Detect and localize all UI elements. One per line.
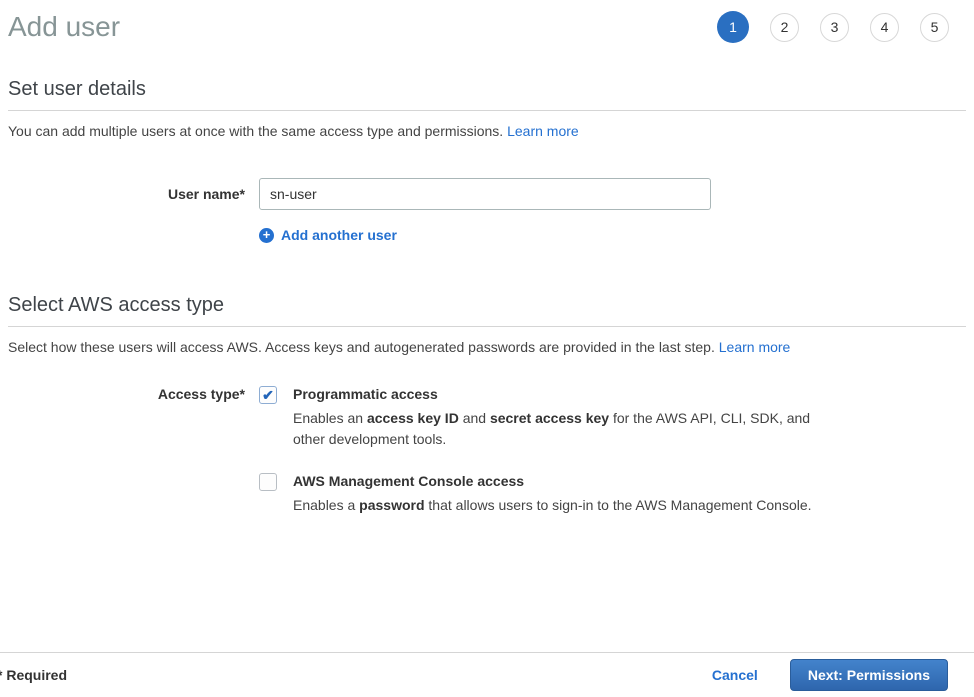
user-details-description: You can add multiple users at once with …	[8, 121, 966, 141]
desc-bold-secret-access-key: secret access key	[490, 410, 609, 426]
console-access-title: AWS Management Console access	[293, 472, 823, 490]
add-another-user-button[interactable]: + Add another user	[259, 227, 397, 243]
step-indicator-5[interactable]: 5	[920, 13, 949, 42]
access-type-description-text: Select how these users will access AWS. …	[8, 339, 719, 355]
programmatic-access-body: Programmatic access Enables an access ke…	[293, 385, 823, 450]
add-another-user-row: + Add another user	[259, 226, 966, 244]
desc-text: that allows users to sign-in to the AWS …	[425, 497, 812, 513]
user-name-row: User name*	[8, 178, 966, 210]
user-name-field-wrap	[259, 178, 711, 210]
step-indicator-2[interactable]: 2	[770, 13, 799, 42]
access-type-row: Access type* ✔ Programmatic access Enabl…	[8, 385, 966, 516]
programmatic-access-description: Enables an access key ID and secret acce…	[293, 408, 823, 450]
required-note: * Required	[0, 667, 67, 683]
access-type-learn-more-link[interactable]: Learn more	[719, 339, 791, 355]
section-access-type-header: Select AWS access type	[8, 294, 966, 327]
programmatic-access-checkbox[interactable]: ✔	[259, 386, 277, 404]
footer-actions: Cancel Next: Permissions	[712, 659, 948, 691]
wizard-content: Add user 1 2 3 4 5 Set user details You …	[0, 0, 974, 652]
add-user-wizard: Add user 1 2 3 4 5 Set user details You …	[0, 0, 974, 697]
page-header: Add user 1 2 3 4 5	[8, 0, 966, 46]
next-permissions-button[interactable]: Next: Permissions	[790, 659, 948, 691]
user-name-input[interactable]	[259, 178, 711, 210]
desc-bold-password: password	[359, 497, 424, 513]
plus-circle-icon: +	[259, 228, 274, 243]
desc-bold-access-key-id: access key ID	[367, 410, 459, 426]
wizard-steps: 1 2 3 4 5	[717, 11, 949, 43]
step-indicator-1[interactable]: 1	[717, 11, 749, 43]
checkmark-icon: ✔	[262, 388, 274, 402]
console-access-checkbox[interactable]	[259, 473, 277, 491]
desc-text: Enables a	[293, 497, 359, 513]
access-type-label: Access type*	[8, 385, 245, 402]
user-details-learn-more-link[interactable]: Learn more	[507, 123, 579, 139]
user-name-label: User name*	[8, 178, 245, 202]
section-user-details-title: Set user details	[8, 78, 966, 100]
user-details-description-text: You can add multiple users at once with …	[8, 123, 507, 139]
page-title: Add user	[8, 8, 120, 46]
section-user-details-header: Set user details	[8, 78, 966, 111]
wizard-footer: * Required Cancel Next: Permissions	[0, 652, 974, 697]
programmatic-access-option: ✔ Programmatic access Enables an access …	[259, 385, 823, 450]
access-type-description: Select how these users will access AWS. …	[8, 337, 966, 357]
cancel-button[interactable]: Cancel	[712, 667, 758, 683]
desc-text: Enables an	[293, 410, 367, 426]
add-another-user-label: Add another user	[281, 227, 397, 243]
desc-text: and	[459, 410, 490, 426]
step-indicator-4[interactable]: 4	[870, 13, 899, 42]
programmatic-access-title: Programmatic access	[293, 385, 823, 403]
access-type-options: ✔ Programmatic access Enables an access …	[259, 385, 823, 516]
section-access-type-title: Select AWS access type	[8, 294, 966, 316]
console-access-option: AWS Management Console access Enables a …	[259, 472, 823, 516]
console-access-body: AWS Management Console access Enables a …	[293, 472, 823, 516]
step-indicator-3[interactable]: 3	[820, 13, 849, 42]
console-access-description: Enables a password that allows users to …	[293, 495, 823, 516]
